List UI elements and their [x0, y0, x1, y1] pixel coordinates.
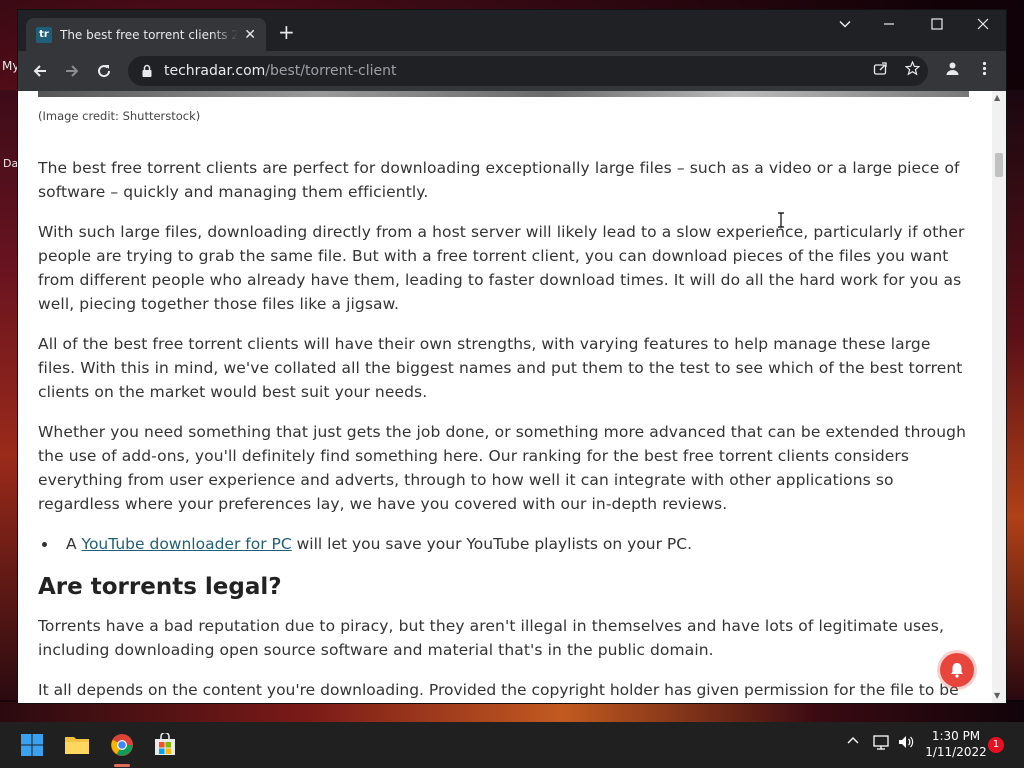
bell-icon: [951, 663, 963, 678]
tab-title: The best free torrent clients 2021: [60, 27, 239, 42]
show-hidden-icons-chevron-icon[interactable]: [846, 734, 860, 752]
maximize-button[interactable]: [922, 16, 952, 34]
desktop-icon-label-da[interactable]: Da: [3, 157, 18, 170]
microsoft-store-icon[interactable]: [150, 730, 180, 760]
text-cursor-icon: [778, 212, 784, 228]
reload-icon[interactable]: [92, 59, 116, 83]
file-explorer-icon[interactable]: [62, 730, 92, 760]
chrome-icon[interactable]: [107, 730, 137, 760]
active-app-indicator: [114, 764, 130, 767]
bullet-suffix: will let you save your YouTube playlists…: [291, 535, 693, 553]
minimize-button[interactable]: [874, 16, 904, 34]
article-paragraph-2: With such large files, downloading direc…: [38, 223, 965, 313]
url-domain: techradar.com: [164, 63, 266, 79]
section-heading: Are torrents legal?: [38, 574, 282, 600]
browser-toolbar: techradar.com/best/torrent-client: [18, 51, 1006, 91]
techradar-favicon-icon: tr: [36, 26, 52, 43]
network-icon[interactable]: [872, 734, 890, 754]
url-path: /best/torrent-client: [265, 63, 397, 79]
scroll-up-icon[interactable]: ▲: [994, 93, 1000, 102]
taskbar-clock[interactable]: 1:30 PM 1/11/2022: [924, 728, 988, 760]
image-credit: (Image credit: Shutterstock): [38, 109, 201, 123]
tab-search-icon[interactable]: [830, 16, 860, 34]
new-tab-button[interactable]: +: [278, 22, 295, 42]
taskbar: 1:30 PM 1/11/2022: [0, 722, 1024, 768]
youtube-downloader-link[interactable]: YouTube downloader for PC: [82, 535, 292, 553]
notification-count-badge[interactable]: 1: [988, 737, 1004, 753]
article-paragraph-4: Whether you need something that just get…: [38, 423, 967, 513]
title-bar: tr The best free torrent clients 2021 ✕ …: [18, 10, 1006, 51]
url-text: techradar.com/best/torrent-client: [164, 63, 397, 79]
clock-date: 1/11/2022: [925, 745, 987, 759]
close-window-button[interactable]: [968, 16, 998, 34]
profile-icon[interactable]: [942, 61, 962, 80]
desktop-wallpaper-right: [1006, 90, 1024, 700]
desktop-icon-label-my[interactable]: My: [2, 59, 19, 73]
back-arrow-icon[interactable]: [28, 59, 52, 83]
desktop-wallpaper-bottom: [0, 702, 1024, 722]
cutoff-paragraph: It all depends on the content you're dow…: [38, 681, 959, 699]
close-tab-icon[interactable]: ✕: [244, 27, 256, 43]
desktop-wallpaper-left: [0, 90, 20, 700]
volume-icon[interactable]: [897, 734, 915, 754]
browser-tab[interactable]: tr The best free torrent clients 2021 ✕: [26, 18, 266, 51]
start-windows-icon[interactable]: [17, 730, 47, 760]
page-scrollbar[interactable]: ▲ ▼: [992, 91, 1006, 703]
address-bar[interactable]: techradar.com/best/torrent-client: [128, 56, 928, 86]
share-icon[interactable]: [870, 61, 890, 80]
more-menu-icon[interactable]: [974, 61, 994, 80]
page-viewport: (Image credit: Shutterstock) The best fr…: [18, 91, 992, 703]
scroll-down-icon[interactable]: ▼: [994, 691, 1000, 700]
article-paragraph-3: All of the best free torrent clients wil…: [38, 335, 963, 401]
notification-bell-button[interactable]: [940, 653, 974, 687]
article-body: The best free torrent clients are perfec…: [38, 156, 968, 702]
scrollbar-thumb[interactable]: [995, 153, 1003, 177]
bullet-prefix: A: [66, 535, 82, 553]
clock-time: 1:30 PM: [931, 729, 981, 743]
lock-icon: [142, 64, 152, 77]
bullet-list: A YouTube downloader for PC will let you…: [58, 532, 968, 556]
legal-paragraph: Torrents have a bad reputation due to pi…: [38, 617, 945, 659]
forward-arrow-icon[interactable]: [60, 59, 84, 83]
bookmark-star-icon[interactable]: [902, 60, 922, 80]
list-item: A YouTube downloader for PC will let you…: [58, 532, 968, 556]
hero-image: [38, 91, 969, 97]
article-paragraph-1: The best free torrent clients are perfec…: [38, 159, 960, 201]
browser-window: tr The best free torrent clients 2021 ✕ …: [18, 10, 1006, 703]
